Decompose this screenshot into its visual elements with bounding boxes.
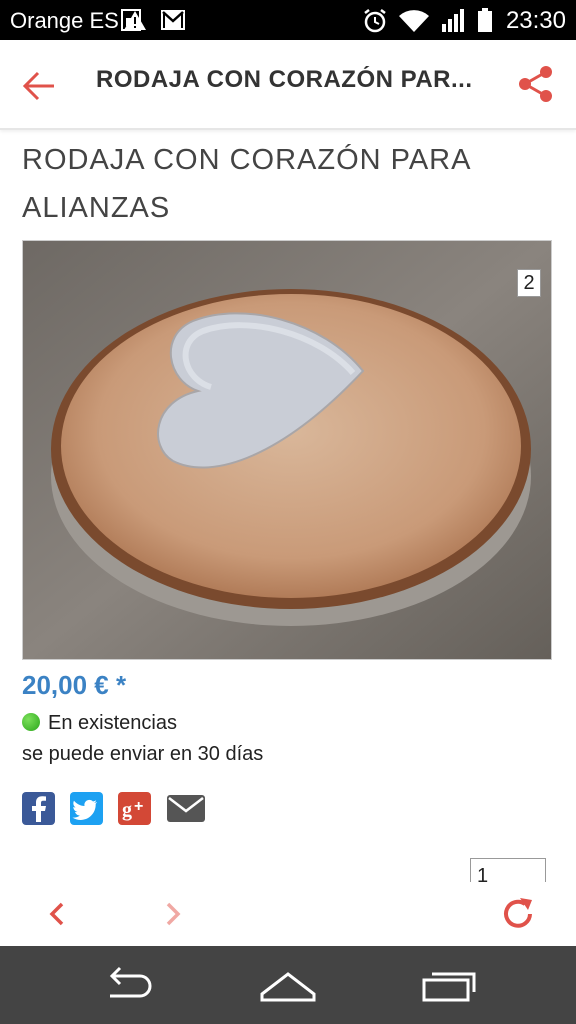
signal-icon: [440, 8, 468, 40]
image-count-badge: 2: [517, 269, 541, 297]
carrier-label: Orange ES: [10, 8, 119, 33]
stock-status: En existencias: [22, 712, 177, 735]
svg-text:g: g: [122, 799, 132, 821]
clock: 23:30: [505, 7, 566, 34]
google-plus-icon[interactable]: g +: [118, 792, 151, 825]
warning-icon: [122, 8, 148, 38]
twitter-icon[interactable]: [70, 792, 103, 825]
arrow-left-icon[interactable]: [20, 66, 60, 106]
status-bar: Orange ES 23:30: [0, 0, 576, 40]
facebook-icon[interactable]: [22, 792, 55, 825]
product-title: RODAJA CON CORAZÓN PARA ALIANZAS: [22, 144, 470, 224]
page-title: RODAJA CON CORAZÓN PAR...: [96, 66, 473, 93]
next-icon[interactable]: [154, 894, 194, 934]
back-icon[interactable]: [100, 964, 158, 1008]
battery-icon: [476, 8, 494, 40]
gmail-icon: [160, 8, 186, 38]
bottom-toolbar: [0, 882, 576, 946]
in-stock-dot-icon: [22, 713, 40, 731]
wood-slice-photo: [23, 241, 551, 659]
refresh-icon[interactable]: [498, 894, 538, 934]
alarm-icon: [362, 8, 388, 40]
wifi-icon: [398, 8, 430, 40]
price: 20,00 € *: [22, 670, 127, 700]
recents-icon[interactable]: [420, 964, 480, 1008]
app-bar: RODAJA CON CORAZÓN PAR...: [0, 40, 576, 130]
product-image[interactable]: 2: [22, 240, 552, 660]
prev-icon[interactable]: [38, 894, 78, 934]
system-nav-bar: [0, 946, 576, 1024]
email-icon[interactable]: [166, 792, 205, 825]
share-icon[interactable]: [516, 64, 556, 104]
stock-label: En existencias: [48, 712, 177, 734]
shipping-info: se puede enviar en 30 días: [22, 743, 264, 765]
home-icon[interactable]: [258, 964, 318, 1008]
svg-text:+: +: [134, 798, 143, 815]
